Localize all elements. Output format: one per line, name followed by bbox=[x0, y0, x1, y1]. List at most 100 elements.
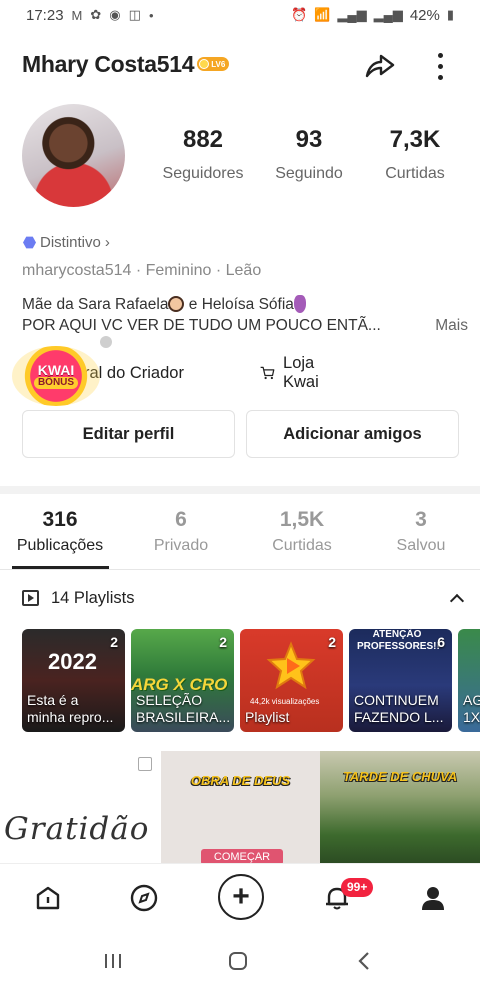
tab-publications[interactable]: 316 Publicações bbox=[0, 508, 120, 555]
status-bar: 17:23 M ✿ ◉ ◫ • ⏰ 📶 ▂▄▆ ▂▄▆ 42% ▮ bbox=[0, 0, 480, 30]
following-label: Seguindo bbox=[275, 165, 343, 182]
bottom-navigation: + 99+ bbox=[0, 863, 480, 933]
profile-header: Mhary Costa514 LV6 bbox=[0, 44, 480, 84]
share-icon bbox=[365, 54, 395, 78]
kwai-shop-label: Loja Kwai bbox=[283, 354, 319, 391]
profile-stats: 882 Seguidores 93 Seguindo 7,3K Curtidas bbox=[150, 126, 468, 183]
more-dot bbox=[437, 63, 443, 69]
badge-icon bbox=[23, 236, 36, 249]
tab-publications-label: Publicações bbox=[16, 537, 104, 554]
nav-explore[interactable] bbox=[124, 878, 164, 918]
tab-likes[interactable]: 1,5K Curtidas bbox=[242, 508, 362, 555]
tab-likes-label: Curtidas bbox=[272, 537, 332, 554]
status-time: 17:23 bbox=[26, 6, 64, 24]
tabs-divider bbox=[0, 569, 480, 570]
followers-count: 882 bbox=[182, 126, 224, 153]
post-thumbnail[interactable]: Gratidão bbox=[0, 751, 161, 863]
pinned-icon bbox=[138, 757, 152, 771]
playlist-title-line1: SELEÇÃO bbox=[136, 692, 203, 708]
playlist-count: 2 bbox=[110, 634, 118, 650]
chevron-right-icon: › bbox=[104, 234, 110, 251]
playlist-icon bbox=[22, 590, 39, 606]
playlist-card[interactable]: 2022 2 Esta é a minha repro... bbox=[22, 629, 125, 732]
stat-following[interactable]: 93 Seguindo bbox=[256, 126, 362, 183]
tab-private-label: Privado bbox=[153, 537, 209, 554]
battery-icon: ▮ bbox=[446, 7, 454, 22]
recent-apps-button[interactable] bbox=[98, 949, 128, 973]
following-count: 93 bbox=[295, 126, 323, 153]
home-button-icon bbox=[229, 952, 247, 970]
share-button[interactable] bbox=[361, 48, 397, 84]
kwai-shop-link[interactable]: Loja Kwai bbox=[260, 354, 328, 392]
chevron-up-icon[interactable] bbox=[449, 593, 465, 609]
back-button[interactable] bbox=[350, 949, 380, 973]
playlist-card[interactable]: ATENÇÃO PROFESSORES!! 6 CONTINUEM FAZENDO… bbox=[349, 629, 452, 732]
gmail-icon: M bbox=[71, 7, 83, 23]
playlist-card[interactable]: 44,2k visualizações 2 Playlist bbox=[240, 629, 343, 732]
followers-label: Seguidores bbox=[162, 165, 244, 182]
post-thumbnail[interactable]: TARDE DE CHUVA bbox=[320, 751, 480, 863]
playlist-title: Playlist bbox=[245, 709, 339, 726]
star-play-icon bbox=[266, 641, 316, 690]
playlists-count-label: 14 Playlists bbox=[51, 588, 135, 607]
playlist-count: 6 bbox=[437, 634, 445, 650]
floating-dot bbox=[100, 336, 112, 348]
playlist-count: 2 bbox=[219, 634, 227, 650]
playlist-title-line2: minha repro... bbox=[27, 709, 114, 725]
profile-icon bbox=[422, 887, 444, 910]
edit-profile-button[interactable]: Editar perfil bbox=[22, 410, 235, 458]
level-badge[interactable]: LV6 bbox=[197, 57, 230, 71]
chrome-icon: ◉ bbox=[109, 7, 121, 22]
playlist-title-line2: 1X bbox=[463, 709, 480, 725]
cart-icon bbox=[260, 366, 275, 380]
recent-apps-icon bbox=[105, 954, 121, 968]
playlist-title: CONTINUEM FAZENDO L... bbox=[354, 692, 448, 726]
tab-saved[interactable]: 3 Salvou bbox=[362, 508, 480, 555]
tab-private-count: 6 bbox=[175, 508, 187, 531]
playlist-title-line1: Esta é a bbox=[27, 692, 79, 708]
nav-create[interactable]: + bbox=[218, 874, 264, 920]
likes-count: 7,3K bbox=[389, 126, 441, 153]
playlist-overlay-text: ATENÇÃO PROFESSORES!! bbox=[357, 629, 440, 652]
playlists-header[interactable]: 14 Playlists bbox=[22, 586, 465, 610]
bio-line1-b: e Heloísa Sófia bbox=[184, 296, 294, 313]
more-dot bbox=[437, 52, 443, 58]
home-button[interactable] bbox=[223, 949, 253, 973]
alarm-icon: ⏰ bbox=[291, 7, 308, 22]
playlist-carousel[interactable]: 2022 2 Esta é a minha repro... ARG X CRO … bbox=[22, 629, 480, 732]
level-dot-icon bbox=[199, 59, 210, 69]
stat-followers[interactable]: 882 Seguidores bbox=[150, 126, 256, 183]
stat-likes[interactable]: 7,3K Curtidas bbox=[362, 126, 468, 183]
tab-saved-label: Salvou bbox=[396, 537, 446, 554]
pregnant-emoji-icon bbox=[293, 295, 306, 313]
post-text: TARDE DE CHUVA bbox=[342, 769, 458, 784]
system-navigation bbox=[0, 933, 480, 988]
playlist-title-line1: CONTINUEM bbox=[354, 692, 439, 708]
signal-icon-2: ▂▄▆ bbox=[373, 7, 403, 22]
more-options-button[interactable] bbox=[428, 48, 452, 84]
post-thumbnail[interactable]: OBRA DE DEUS COMEÇAR bbox=[161, 751, 320, 865]
photos-icon: ✿ bbox=[90, 7, 102, 22]
tab-private[interactable]: 6 Privado bbox=[120, 508, 242, 555]
playlist-overlay-text: 2022 bbox=[48, 649, 97, 674]
playlist-count: 2 bbox=[328, 634, 336, 650]
nav-home[interactable] bbox=[28, 878, 68, 918]
username: Mhary Costa514 bbox=[22, 50, 195, 77]
distintivo-link[interactable]: Distintivo › bbox=[23, 234, 110, 251]
bio-more-link[interactable]: Mais bbox=[435, 315, 468, 336]
post-text: Gratidão bbox=[4, 811, 150, 847]
nav-profile[interactable] bbox=[413, 878, 453, 918]
avatar[interactable] bbox=[22, 104, 125, 207]
notifications-badge: 99+ bbox=[341, 878, 374, 897]
playlist-title-line2: FAZENDO L... bbox=[354, 709, 444, 725]
section-divider bbox=[0, 486, 480, 494]
add-friends-button[interactable]: Adicionar amigos bbox=[246, 410, 459, 458]
playlist-card[interactable]: ARG X CRO 2 SELEÇÃO BRASILEIRA... bbox=[131, 629, 234, 732]
playlist-card[interactable]: AG 1X bbox=[458, 629, 480, 732]
create-icon: + bbox=[232, 880, 250, 913]
likes-label: Curtidas bbox=[385, 165, 445, 182]
content-tabs: 316 Publicações 6 Privado 1,5K Curtidas … bbox=[0, 508, 480, 555]
home-icon bbox=[36, 886, 60, 910]
post-text: OBRA DE DEUS bbox=[190, 773, 291, 788]
kwai-bonus-button[interactable]: KWAI BÔNUS bbox=[12, 346, 100, 406]
